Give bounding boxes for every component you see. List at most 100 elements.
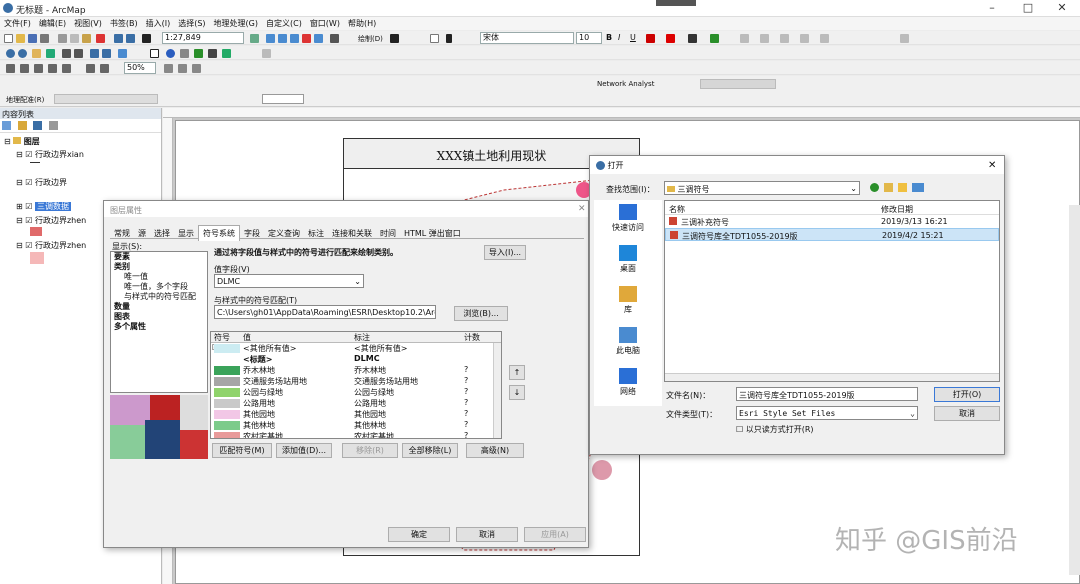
table-row[interactable]: 公园与绿地 公园与绿地? [211, 387, 501, 398]
menu-item[interactable]: 书签(B) [106, 17, 142, 30]
tab-5[interactable]: 字段 [240, 226, 264, 241]
select-features-icon[interactable] [118, 49, 127, 58]
zoom-in-icon[interactable] [6, 49, 15, 58]
copy-icon[interactable] [70, 34, 79, 43]
tab-1[interactable]: 源 [134, 226, 150, 241]
table-row[interactable]: 乔木林地 乔木林地? [211, 365, 501, 376]
go-to-xy-icon[interactable] [194, 49, 203, 58]
forward-icon[interactable] [102, 49, 111, 58]
file-row[interactable]: 三调补充符号 2019/3/13 16:21 [665, 215, 999, 228]
layout-pan-icon[interactable] [34, 64, 43, 73]
list-by-visibility-icon[interactable] [33, 121, 43, 130]
lookin-select[interactable]: 三调符号 ⌄ [664, 181, 860, 195]
add-values-button[interactable]: 添加值(D)... [276, 443, 332, 458]
distribute-icon[interactable] [760, 34, 769, 43]
menu-item[interactable]: 自定义(C) [262, 17, 306, 30]
layout-zoom-out-icon[interactable] [20, 64, 29, 73]
show-list-item[interactable]: 数量 [111, 302, 207, 312]
table-row[interactable]: 公路用地 公路用地? [211, 398, 501, 409]
list-by-selection-icon[interactable] [48, 121, 58, 130]
underline-icon[interactable]: U [630, 33, 636, 42]
symbol-swatch[interactable] [214, 388, 240, 397]
undo-icon[interactable] [114, 34, 123, 43]
paste-icon[interactable] [82, 34, 91, 43]
close-icon[interactable]: ✕ [1050, 1, 1074, 16]
italic-icon[interactable]: I [618, 33, 620, 42]
readonly-checkbox[interactable]: ☐ 以只读方式打开(R) [736, 424, 814, 435]
fixed-zoom-in-icon[interactable] [62, 49, 71, 58]
cut-icon[interactable] [58, 34, 67, 43]
table-row[interactable]: 其他园地 其他园地? [211, 409, 501, 420]
measure-icon[interactable] [208, 49, 217, 58]
match-symbols-button[interactable]: 匹配符号(M) [212, 443, 272, 458]
redo-icon[interactable] [126, 34, 135, 43]
place-2[interactable]: 库 [594, 286, 662, 315]
marker-color-icon[interactable] [710, 34, 719, 43]
show-list[interactable]: 要素 类别 唯一值 唯一值，多个字段 与样式中的符号匹配 数量 图表 多个属性 [110, 251, 208, 393]
symbol-swatch[interactable] [214, 421, 240, 430]
menu-item[interactable]: 插入(I) [142, 17, 175, 30]
menu-item[interactable]: 帮助(H) [344, 17, 380, 30]
full-extent-icon[interactable] [46, 49, 55, 58]
list-by-drawing-order-icon[interactable] [2, 121, 11, 130]
delete-icon[interactable] [96, 34, 105, 43]
toc-layer-2[interactable]: ⊟ ☑ 行政边界 [16, 177, 67, 188]
scale-combo[interactable]: 1:27,849 [162, 32, 244, 44]
font-color-icon[interactable] [646, 34, 655, 43]
show-list-item[interactable]: 唯一值 [111, 272, 207, 282]
python-icon[interactable] [314, 34, 323, 43]
save-icon[interactable] [28, 34, 37, 43]
layout-forward-icon[interactable] [100, 64, 109, 73]
tab-8[interactable]: 连接和关联 [328, 226, 376, 241]
move-down-icon[interactable]: ↓ [509, 385, 525, 400]
menu-item[interactable]: 编辑(E) [35, 17, 70, 30]
back-icon[interactable] [870, 183, 879, 192]
change-layout-icon[interactable] [192, 64, 201, 73]
show-list-item[interactable]: 要素 [111, 252, 207, 262]
table-row[interactable]: 其他林地 其他林地? [211, 420, 501, 431]
show-list-item[interactable]: 与样式中的符号匹配 [111, 292, 207, 302]
editor-icon[interactable] [250, 34, 259, 43]
minimize-icon[interactable]: – [980, 1, 1004, 16]
close-icon[interactable]: ✕ [988, 160, 996, 171]
fill-color-icon[interactable] [666, 34, 675, 43]
open-cancel-button[interactable]: 取消 [934, 406, 1000, 421]
toc-window-icon[interactable] [278, 34, 287, 43]
symbol-swatch[interactable] [214, 366, 240, 375]
show-list-item[interactable]: 唯一值，多个字段 [111, 282, 207, 292]
show-list-item[interactable]: 多个属性 [111, 322, 207, 332]
file-row[interactable]: 三调符号库全TDT1055-2019版 2019/4/2 15:21 [665, 228, 999, 241]
tab-7[interactable]: 标注 [304, 226, 328, 241]
toc-layer-4[interactable]: ⊟ ☑ 行政边界zhen [16, 215, 86, 226]
georef-menu[interactable]: 地理配准(R) [6, 95, 44, 105]
find-icon[interactable] [180, 49, 189, 58]
cancel-button[interactable]: 取消 [456, 527, 518, 542]
snap-icon[interactable] [900, 34, 909, 43]
catalog-icon[interactable] [290, 34, 299, 43]
layout-zoom-in-icon[interactable] [6, 64, 15, 73]
table-row[interactable]: <标题> DLMC [211, 354, 501, 365]
value-field-select[interactable]: DLMC ⌄ [214, 274, 364, 288]
network-analyst-menu[interactable]: Network Analyst [597, 80, 654, 88]
show-list-item[interactable]: 图表 [111, 312, 207, 322]
align-icon[interactable] [740, 34, 749, 43]
filetype-select[interactable]: Esri Style Set Files ⌄ [736, 406, 918, 420]
toc-root[interactable]: ⊟ 图层 [4, 136, 40, 147]
new-doc-icon[interactable] [4, 34, 13, 43]
line-color-icon[interactable] [688, 34, 697, 43]
time-slider-icon[interactable] [262, 49, 271, 58]
apply-button[interactable]: 应用(A) [524, 527, 586, 542]
new-folder-icon[interactable] [898, 183, 907, 192]
print-icon[interactable] [40, 34, 49, 43]
add-data-icon[interactable] [142, 34, 151, 43]
fixed-zoom-out-icon[interactable] [74, 49, 83, 58]
table-icon[interactable] [266, 34, 275, 43]
maximize-icon[interactable]: □ [1016, 1, 1040, 16]
remove-all-button[interactable]: 全部移除(L) [402, 443, 458, 458]
layout-back-icon[interactable] [86, 64, 95, 73]
place-4[interactable]: 网络 [594, 368, 662, 397]
font-size-combo[interactable]: 10 [576, 32, 602, 44]
rectangle-icon[interactable] [430, 34, 439, 43]
tab-3[interactable]: 显示 [174, 226, 198, 241]
file-list[interactable]: 名称 修改日期 三调补充符号 2019/3/13 16:21 三调符号库全TDT10… [664, 200, 1000, 382]
